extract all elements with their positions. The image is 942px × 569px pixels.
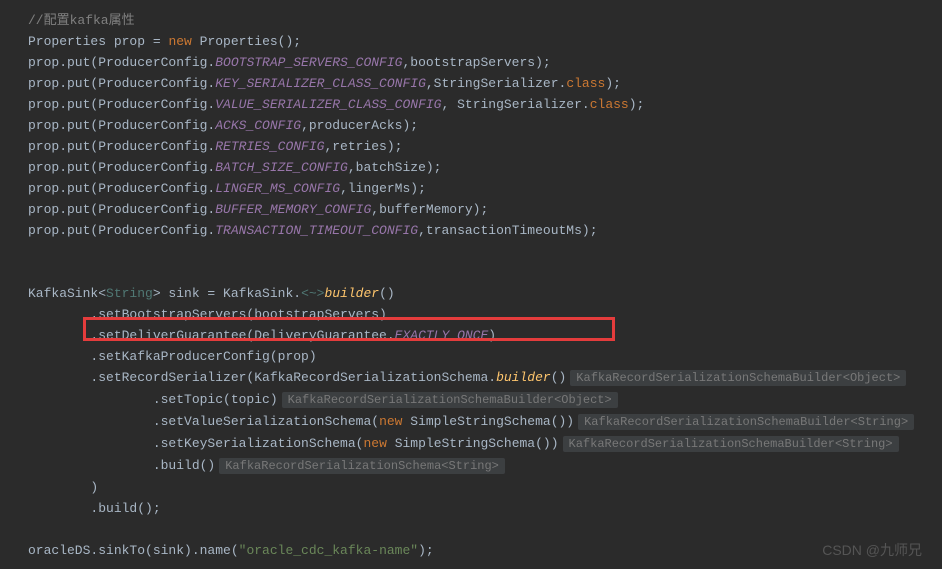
code-line <box>0 519 942 540</box>
code-line: prop.put(ProducerConfig.ACKS_CONFIG,prod… <box>0 115 942 136</box>
code-line: .setDeliverGuarantee(DeliveryGuarantee.E… <box>0 325 942 346</box>
code-line <box>0 262 942 283</box>
code-line: prop.put(ProducerConfig.KEY_SERIALIZER_C… <box>0 73 942 94</box>
code-line: prop.put(ProducerConfig.TRANSACTION_TIME… <box>0 220 942 241</box>
code-line: .setTopic(topic)KafkaRecordSerialization… <box>0 389 942 411</box>
code-line: .setKafkaProducerConfig(prop) <box>0 346 942 367</box>
code-line: oracleDS.sinkTo(sink).name("oracle_cdc_k… <box>0 540 942 561</box>
code-line: .build(); <box>0 498 942 519</box>
type-hint: KafkaRecordSerializationSchemaBuilder<St… <box>563 436 899 452</box>
code-line: prop.put(ProducerConfig.BOOTSTRAP_SERVER… <box>0 52 942 73</box>
code-line: .setBootstrapServers(bootstrapServers) <box>0 304 942 325</box>
watermark: CSDN @九师兄 <box>822 540 922 561</box>
type-hint: KafkaRecordSerializationSchema<String> <box>219 458 505 474</box>
code-line: prop.put(ProducerConfig.BUFFER_MEMORY_CO… <box>0 199 942 220</box>
code-line: prop.put(ProducerConfig.LINGER_MS_CONFIG… <box>0 178 942 199</box>
type-hint: KafkaRecordSerializationSchemaBuilder<St… <box>578 414 914 430</box>
code-line <box>0 241 942 262</box>
code-line: ) <box>0 477 942 498</box>
code-line: prop.put(ProducerConfig.RETRIES_CONFIG,r… <box>0 136 942 157</box>
type-hint: KafkaRecordSerializationSchemaBuilder<Ob… <box>282 392 618 408</box>
code-editor[interactable]: //配置kafka属性 Properties prop = new Proper… <box>0 10 942 561</box>
code-line: .setValueSerializationSchema(new SimpleS… <box>0 411 942 433</box>
type-hint: KafkaRecordSerializationSchemaBuilder<Ob… <box>570 370 906 386</box>
code-line: KafkaSink<String> sink = KafkaSink.<~>bu… <box>0 283 942 304</box>
code-line: .build()KafkaRecordSerializationSchema<S… <box>0 455 942 477</box>
code-line: prop.put(ProducerConfig.BATCH_SIZE_CONFI… <box>0 157 942 178</box>
code-line: Properties prop = new Properties(); <box>0 31 942 52</box>
code-line: .setKeySerializationSchema(new SimpleStr… <box>0 433 942 455</box>
code-line: prop.put(ProducerConfig.VALUE_SERIALIZER… <box>0 94 942 115</box>
code-line: //配置kafka属性 <box>0 10 942 31</box>
code-line: .setRecordSerializer(KafkaRecordSerializ… <box>0 367 942 389</box>
